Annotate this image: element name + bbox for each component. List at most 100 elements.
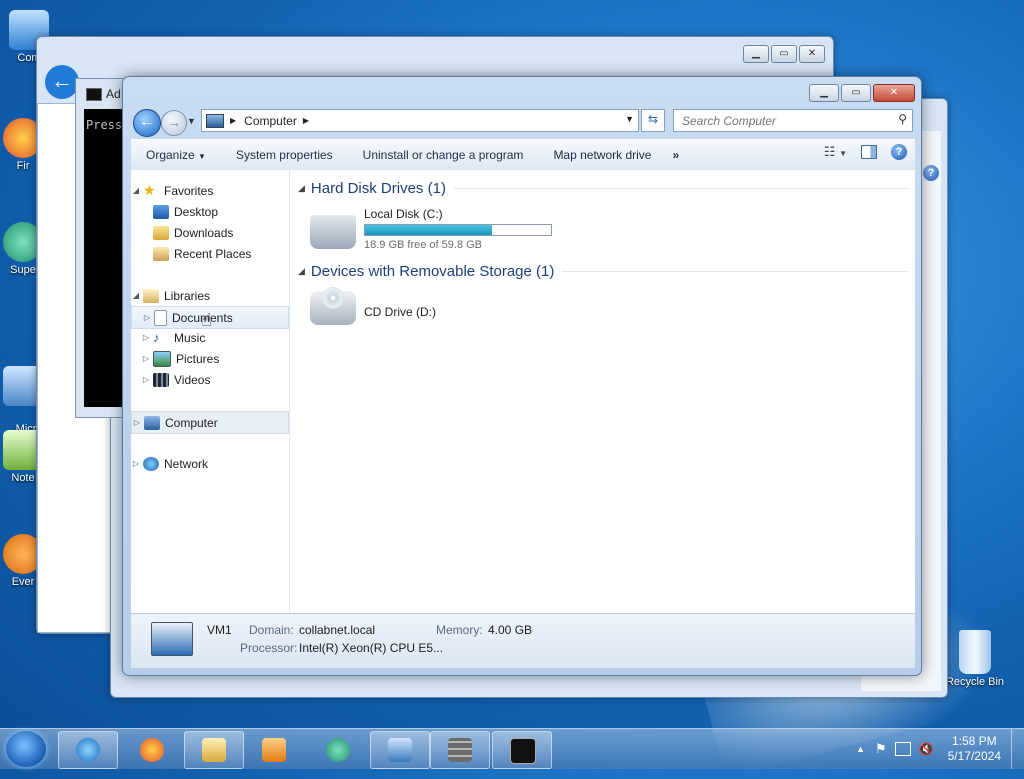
taskbar-firewall[interactable] — [430, 731, 490, 769]
nav-pictures[interactable]: ▷ Pictures — [131, 348, 287, 369]
address-row: ← → ▼ ▶ Computer ▶ ▼ ⇆ ⚲ — [131, 107, 913, 137]
expanded-arrow-icon[interactable]: ◢ — [131, 291, 141, 300]
drive-local-disk[interactable]: Local Disk (C:) 18.9 GB free of 59.8 GB — [310, 207, 552, 251]
navigation-pane[interactable]: ◢ ★ Favorites Desktop Downloads Recent P… — [131, 170, 290, 613]
expanded-arrow-icon: ◢ — [298, 266, 305, 276]
processor-value: Intel(R) Xeon(R) CPU E5... — [299, 641, 444, 655]
taskbar-media-player[interactable] — [244, 731, 304, 769]
close-button[interactable]: ✕ — [873, 84, 915, 102]
expanded-arrow-icon[interactable]: ◢ — [131, 186, 141, 195]
organize-button[interactable]: Organize ▼ — [131, 148, 221, 162]
taskbar-app[interactable] — [308, 731, 368, 769]
drive-cd[interactable]: CD Drive (D:) — [310, 287, 436, 325]
desktop-icon-recycle-bin[interactable]: Recycle Bin — [938, 630, 1012, 688]
network-tray-icon[interactable] — [894, 742, 911, 756]
drive-name: Local Disk (C:) — [364, 207, 443, 221]
show-hidden-icons-icon[interactable]: ▲ — [856, 744, 865, 754]
taskbar-windows-explorer[interactable] — [184, 731, 244, 769]
processor-label: Processor: — [240, 641, 298, 655]
desktop-icon-label: Ever — [11, 576, 35, 588]
collapsed-arrow-icon[interactable]: ▷ — [142, 313, 152, 322]
maximize-button[interactable]: ▭ — [771, 45, 797, 63]
help-icon[interactable]: ? — [891, 144, 907, 160]
nav-desktop[interactable]: Desktop — [131, 201, 287, 222]
desktop-icon — [153, 204, 169, 219]
recent-pages-dropdown[interactable]: ▼ — [187, 116, 196, 126]
group-header-removable[interactable]: ◢ Devices with Removable Storage (1) — [298, 263, 908, 280]
cmd-icon — [510, 738, 536, 764]
nav-recent-places[interactable]: Recent Places — [131, 243, 287, 264]
clock[interactable]: 1:58 PM 5/17/2024 — [948, 734, 1001, 764]
downloads-folder-icon — [153, 225, 169, 240]
search-input[interactable] — [680, 110, 884, 131]
videos-icon — [153, 372, 169, 387]
view-controls: ☷ ▼ ? — [824, 144, 907, 160]
system-properties-button[interactable]: System properties — [221, 148, 348, 162]
nav-videos[interactable]: ▷ Videos — [131, 369, 287, 390]
desktop-icon-label: Recycle Bin — [945, 676, 1005, 688]
search-box[interactable]: ⚲ — [673, 109, 913, 132]
show-desktop-button[interactable] — [1011, 729, 1024, 769]
maximize-button[interactable]: ▭ — [841, 84, 871, 102]
collapsed-arrow-icon[interactable]: ▷ — [141, 333, 151, 342]
drive-usage-fill — [365, 225, 493, 235]
nav-computer[interactable]: ▷ Computer — [131, 411, 289, 434]
group-header-hdd[interactable]: ◢ Hard Disk Drives (1) — [298, 180, 908, 197]
computer-name: VM1 — [207, 623, 232, 637]
address-dropdown-icon[interactable]: ▼ — [625, 114, 634, 124]
divider — [453, 188, 908, 189]
back-arrow-icon[interactable]: ← — [45, 65, 79, 99]
explorer-window[interactable]: ▁ ▭ ✕ ← → ▼ ▶ Computer ▶ ▼ ⇆ ⚲ Organize … — [122, 76, 922, 676]
desktop-icon-label: Fir — [16, 160, 30, 172]
star-icon: ★ — [143, 182, 156, 198]
collapsed-arrow-icon[interactable]: ▷ — [131, 459, 141, 468]
nav-downloads[interactable]: Downloads — [131, 222, 287, 243]
libraries-icon — [143, 288, 159, 303]
minimize-button[interactable]: ▁ — [743, 45, 769, 63]
taskbar-internet-explorer[interactable] — [58, 731, 118, 769]
uninstall-program-button[interactable]: Uninstall or change a program — [348, 148, 539, 162]
memory-value: 4.00 GB — [488, 623, 533, 637]
explorer-body: ◢ ★ Favorites Desktop Downloads Recent P… — [131, 170, 915, 613]
domain-value: collabnet.local — [299, 623, 376, 637]
chevron-right-icon[interactable]: ▶ — [303, 116, 309, 125]
minimize-button[interactable]: ▁ — [809, 84, 839, 102]
chevron-right-icon[interactable]: ▶ — [230, 116, 236, 125]
search-icon[interactable]: ⚲ — [898, 112, 907, 126]
firewall-icon — [448, 738, 472, 762]
preview-pane-icon[interactable] — [861, 145, 877, 159]
collapsed-arrow-icon[interactable]: ▷ — [141, 375, 151, 384]
taskbar-control-panel[interactable] — [370, 731, 430, 769]
taskbar-command-prompt[interactable] — [492, 731, 552, 769]
change-view-icon[interactable]: ☷ ▼ — [824, 144, 847, 160]
collapsed-arrow-icon[interactable]: ▷ — [132, 418, 142, 427]
console-text: Press — [86, 118, 123, 132]
folder-icon — [202, 738, 226, 762]
breadcrumb-computer[interactable]: Computer — [244, 114, 297, 128]
help-icon[interactable]: ? — [923, 165, 939, 181]
taskbar-firefox[interactable] — [122, 731, 182, 769]
desktop-icon-label: Note — [11, 472, 35, 484]
volume-muted-icon[interactable]: 🔇 — [919, 742, 934, 756]
forward-button[interactable]: → — [161, 110, 187, 136]
nav-libraries[interactable]: ◢ Libraries — [131, 285, 287, 306]
map-network-drive-button[interactable]: Map network drive — [538, 148, 666, 162]
network-icon — [143, 456, 159, 471]
collapsed-arrow-icon[interactable]: ▷ — [141, 354, 151, 363]
action-center-flag-icon[interactable]: ⚑ — [875, 741, 887, 757]
address-bar[interactable]: ▶ Computer ▶ ▼ — [201, 109, 639, 132]
close-button[interactable]: ✕ — [799, 45, 825, 63]
control-panel-icon — [388, 738, 412, 762]
music-note-icon: ♪ — [153, 330, 160, 345]
documents-icon — [154, 309, 167, 326]
content-pane[interactable]: ◢ Hard Disk Drives (1) Local Disk (C:) 1… — [290, 170, 915, 613]
media-player-icon — [262, 738, 286, 762]
chevron-down-icon: ▼ — [198, 152, 206, 161]
back-button[interactable]: ← — [133, 109, 161, 137]
nav-network[interactable]: ▷ Network — [131, 453, 287, 474]
refresh-button[interactable]: ⇆ — [641, 109, 665, 132]
command-bar: Organize ▼ System properties Uninstall o… — [131, 139, 915, 171]
start-button[interactable] — [6, 731, 46, 767]
nav-favorites[interactable]: ◢ ★ Favorites — [131, 180, 287, 201]
more-commands-button[interactable]: » — [666, 148, 685, 162]
